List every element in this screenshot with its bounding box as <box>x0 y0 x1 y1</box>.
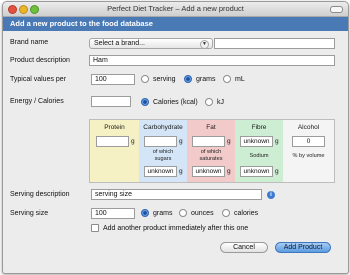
saturates-unit: g <box>227 168 231 175</box>
serving-size-label: Serving size <box>10 210 49 217</box>
alcohol-title: Alcohol <box>297 124 320 131</box>
brand-label: Brand name <box>10 39 49 46</box>
help-icon[interactable]: i <box>267 191 275 199</box>
add-product-button[interactable]: Add Product <box>275 242 331 253</box>
protein-field[interactable] <box>96 136 129 147</box>
brand-select-value: Select a brand... <box>94 40 145 47</box>
fat-title: Fat <box>206 124 216 131</box>
typical-values-field[interactable]: 100 <box>91 74 135 85</box>
radio-serving-ounces-label: ounces <box>191 210 214 217</box>
dialog-header: Add a new product to the food database <box>3 17 348 31</box>
fat-column: Fat g of which saturates unknown g <box>187 120 235 182</box>
radio-kj-label: kJ <box>217 99 224 106</box>
alcohol-column: Alcohol 0 % by volume <box>283 120 334 182</box>
sugars-field[interactable]: unknown <box>144 166 177 177</box>
energy-field[interactable] <box>91 96 131 107</box>
brand-select[interactable]: Select a brand... ▼ <box>89 38 213 49</box>
dialog-window: Perfect Diet Tracker – Add a new product… <box>2 1 349 274</box>
serving-size-field[interactable]: 100 <box>91 208 135 219</box>
radio-grams-label: grams <box>196 76 216 83</box>
radio-ml-label: mL <box>235 76 245 83</box>
fibre-unit: g <box>275 138 279 145</box>
energy-label: Energy / Calories <box>10 98 64 105</box>
radio-serving-calories-label: calories <box>234 210 259 217</box>
radio-serving-calories[interactable] <box>222 209 230 217</box>
carbohydrate-field[interactable] <box>144 136 177 147</box>
cancel-button[interactable]: Cancel <box>220 242 268 253</box>
sugars-unit: g <box>179 168 183 175</box>
minimize-window-icon[interactable] <box>19 5 28 14</box>
add-another-label: Add another product immediately after th… <box>103 225 249 232</box>
carbohydrate-title: Carbohydrate <box>143 124 183 131</box>
nutrients-panel: Protein g Carbohydrate g of which sugars… <box>89 119 335 183</box>
serving-description-label: Serving description <box>10 191 70 198</box>
fibre-title: Fibre <box>251 124 267 131</box>
radio-ml[interactable] <box>223 75 231 83</box>
chevron-down-icon: ▼ <box>200 40 209 49</box>
sodium-label: Sodium <box>249 153 269 159</box>
sodium-field[interactable]: unknown <box>240 166 273 177</box>
protein-column: Protein g <box>90 120 139 182</box>
radio-serving[interactable] <box>141 75 149 83</box>
description-field[interactable]: Ham <box>89 55 335 66</box>
toolbar-toggle-icon[interactable] <box>330 6 343 13</box>
radio-serving-grams-label: grams <box>153 210 173 217</box>
radio-serving-grams[interactable] <box>141 209 149 217</box>
brand-text-field[interactable] <box>214 38 335 49</box>
title-bar: Perfect Diet Tracker – Add a new product <box>3 2 348 17</box>
radio-serving-ounces[interactable] <box>179 209 187 217</box>
alcohol-unit-label: % by volume <box>292 153 325 159</box>
add-another-checkbox[interactable] <box>91 224 99 232</box>
saturates-label: of which saturates <box>199 149 223 162</box>
fat-unit: g <box>227 138 231 145</box>
fibre-field[interactable]: unknown <box>240 136 273 147</box>
description-label: Product description <box>10 57 70 64</box>
serving-description-field[interactable]: serving size <box>91 189 262 200</box>
radio-serving-label: serving <box>153 76 176 83</box>
typical-values-label: Typical values per <box>10 76 67 83</box>
protein-unit: g <box>131 138 135 145</box>
close-window-icon[interactable] <box>8 5 17 14</box>
radio-kcal[interactable] <box>141 98 149 106</box>
radio-kj[interactable] <box>205 98 213 106</box>
fibre-column: Fibre unknown g Sodium unknown g <box>235 120 283 182</box>
maximize-window-icon[interactable] <box>30 5 39 14</box>
sugars-label: of which sugars <box>152 149 174 162</box>
fat-field[interactable] <box>192 136 225 147</box>
radio-kcal-label: Calories (kcal) <box>153 99 198 106</box>
sodium-unit: g <box>275 168 279 175</box>
carbohydrate-column: Carbohydrate g of which sugars unknown g <box>139 120 187 182</box>
saturates-field[interactable]: unknown <box>192 166 225 177</box>
protein-title: Protein <box>104 124 125 131</box>
carbohydrate-unit: g <box>179 138 183 145</box>
window-title: Perfect Diet Tracker – Add a new product <box>107 4 244 13</box>
alcohol-field[interactable]: 0 <box>292 136 325 147</box>
radio-grams[interactable] <box>184 75 192 83</box>
